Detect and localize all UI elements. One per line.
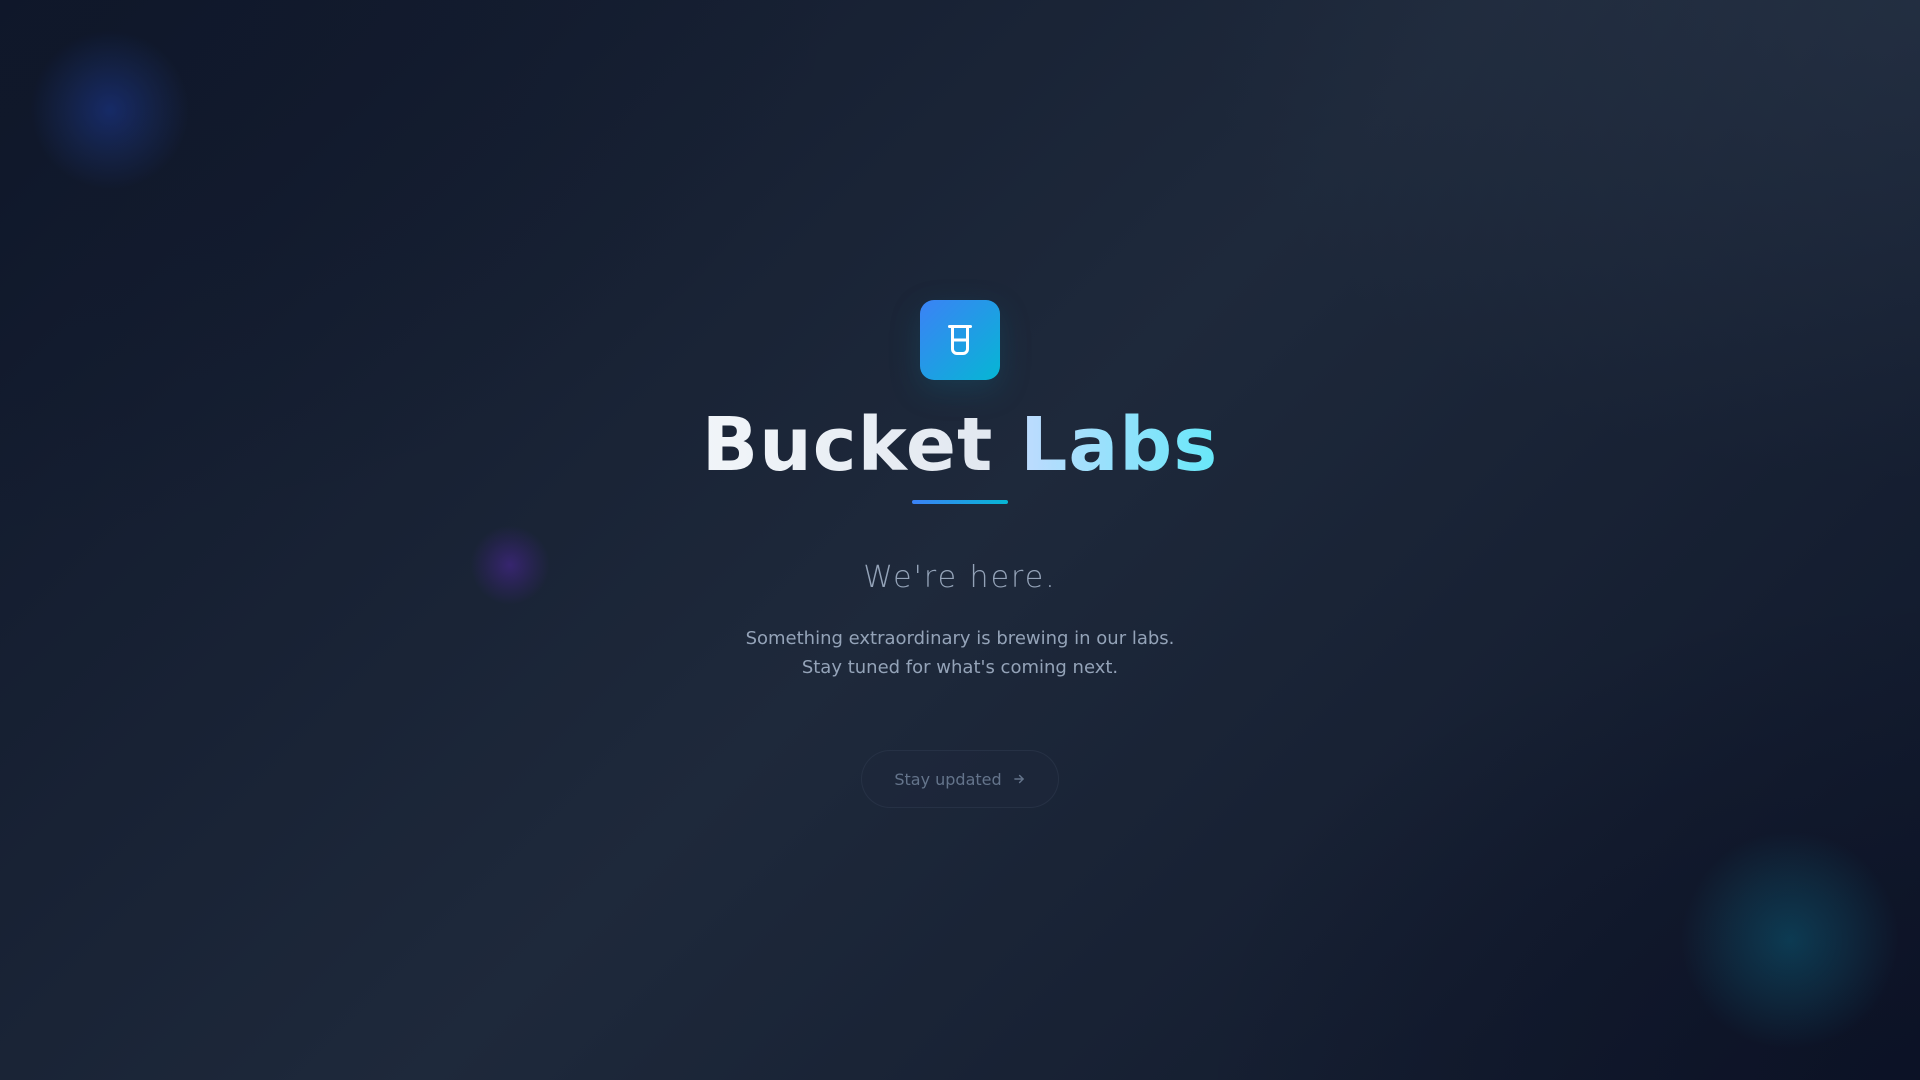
stay-updated-label: Stay updated [894,769,1002,789]
description-line-2: Stay tuned for what's coming next. [801,657,1119,678]
page-title: Bucket Labs [702,402,1219,488]
decorative-orb-blue [30,30,190,190]
decorative-orb-teal [1680,830,1900,1050]
title-underline [912,500,1008,504]
arrow-right-icon [1013,774,1024,784]
description-line-1: Something extraordinary is brewing in ou… [745,628,1175,649]
logo [920,300,1000,380]
stay-updated-button[interactable]: Stay updated [861,750,1059,808]
title-word-labs: Labs [1020,402,1219,488]
title-word-bucket: Bucket [701,402,994,488]
description: Something extraordinary is brewing in ou… [746,624,1175,682]
beaker-icon [948,325,972,355]
hero-section: Bucket Labs We're here. Something extrao… [0,300,1920,808]
tagline: We're here. [863,560,1057,595]
